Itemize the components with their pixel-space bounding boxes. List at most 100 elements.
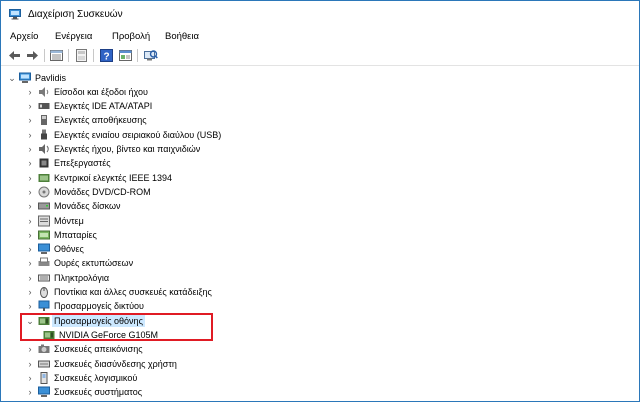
tree-category-item[interactable]: › Συσκευές λογισμικού	[1, 371, 601, 385]
tree-category-item[interactable]: › Πληκτρολόγια	[1, 271, 601, 285]
tree-category-item[interactable]: › Ελεγκτές ήχου, βίντεο και παιχνιδιών	[1, 142, 601, 156]
tree-category-item[interactable]: › Συσκευές διασύνδεσης χρήστη	[1, 357, 601, 371]
chevron-right-icon[interactable]: ›	[25, 186, 35, 198]
tree-category-item[interactable]: › Είσοδοι και έξοδοι ήχου	[1, 85, 601, 99]
menu-file[interactable]: Αρχείο	[10, 31, 38, 42]
category-label: Μονάδες DVD/CD-ROM	[54, 186, 151, 197]
chevron-right-icon[interactable]: ›	[25, 257, 35, 269]
category-label: Επεξεργαστές	[54, 158, 111, 169]
chevron-right-icon[interactable]: ›	[25, 172, 35, 184]
toolbar: ?	[1, 45, 639, 66]
tree-category-item[interactable]: › Κεντρικοί ελεγκτές IEEE 1394	[1, 171, 601, 185]
chevron-right-icon[interactable]: ›	[25, 372, 35, 384]
tree-category-item[interactable]: › Συσκευές συστήματος	[1, 385, 601, 399]
category-label: Προσαρμογείς δικτύου	[54, 301, 144, 312]
forward-arrow-icon[interactable]	[25, 48, 40, 63]
category-label: Ποντίκια και άλλες συσκευές κατάδειξης	[54, 287, 212, 297]
tree-category-item[interactable]: › Ποντίκια και άλλες συσκευές κατάδειξης	[1, 285, 601, 299]
print-queue-icon	[38, 257, 50, 267]
category-label: Ελεγκτές ήχου, βίντεο και παιχνιδιών	[54, 144, 201, 154]
toolbar-separator	[44, 49, 45, 62]
chevron-right-icon[interactable]: ›	[25, 114, 35, 126]
tree-category-item[interactable]: › Ελεγκτές IDE ATA/ATAPI	[1, 99, 601, 113]
chevron-right-icon[interactable]: ›	[25, 86, 35, 98]
category-label: Ελεγκτές αποθήκευσης	[54, 115, 147, 126]
menu-bar: Αρχείο Ενέργεια Προβολή Βοήθεια	[1, 27, 639, 45]
disk-drive-icon	[38, 202, 50, 210]
tree-category-item[interactable]: › Ελεγκτές αποθήκευσης	[1, 113, 601, 127]
category-label: Ουρές εκτυπώσεων	[54, 258, 134, 269]
battery-icon	[38, 230, 50, 240]
storage-controller-icon	[41, 115, 47, 126]
tree-category-item[interactable]: › Μπαταρίες	[1, 228, 601, 242]
chevron-right-icon[interactable]: ›	[25, 300, 35, 312]
speaker-icon	[39, 86, 49, 97]
tree-category-item[interactable]: › Μόντεμ	[1, 214, 601, 228]
tree-category-item[interactable]: › Μονάδες δίσκων	[1, 199, 601, 213]
category-label: Συσκευές συστήματος	[54, 387, 143, 398]
menu-view[interactable]: Προβολή	[112, 31, 150, 42]
usb-icon	[41, 129, 47, 140]
category-label: Ελεγκτές IDE ATA/ATAPI	[54, 101, 153, 112]
chevron-right-icon[interactable]: ›	[25, 129, 35, 141]
ide-controller-icon	[38, 103, 50, 110]
chevron-down-icon[interactable]: ⌄	[7, 72, 17, 84]
scan-hardware-icon[interactable]	[143, 48, 158, 63]
title-bar: Διαχείριση Συσκευών	[1, 1, 639, 27]
toolbar-separator	[68, 49, 69, 62]
back-arrow-icon[interactable]	[7, 48, 22, 63]
keyboard-icon	[38, 274, 50, 282]
tree-root-item[interactable]: ⌄ Pavlidis	[1, 71, 601, 85]
category-label: Κεντρικοί ελεγκτές IEEE 1394	[54, 172, 173, 183]
chevron-right-icon[interactable]: ›	[25, 215, 35, 227]
tree-category-item[interactable]: › Ουρές εκτυπώσεων	[1, 256, 601, 270]
computer-icon	[19, 72, 31, 83]
system-device-icon	[38, 386, 50, 398]
imaging-device-icon	[38, 344, 50, 354]
chevron-right-icon[interactable]: ›	[25, 343, 35, 355]
update-driver-icon[interactable]	[74, 48, 89, 63]
help-icon[interactable]: ?	[99, 48, 114, 63]
chevron-right-icon[interactable]: ›	[25, 286, 35, 298]
chevron-right-icon[interactable]: ›	[25, 358, 35, 370]
tree-category-item[interactable]: › Προσαρμογείς δικτύου	[1, 299, 601, 313]
category-label: Μπαταρίες	[54, 229, 97, 240]
tree-category-item[interactable]: › Επεξεργαστές	[1, 156, 601, 170]
modem-icon	[38, 215, 50, 226]
monitor-icon	[38, 243, 50, 255]
category-label: Μονάδες δίσκων	[54, 201, 121, 212]
chevron-right-icon[interactable]: ›	[25, 243, 35, 255]
network-adapter-icon	[38, 300, 50, 312]
menu-help[interactable]: Βοήθεια	[165, 31, 199, 42]
chevron-right-icon[interactable]: ›	[25, 272, 35, 284]
chevron-right-icon[interactable]: ›	[25, 100, 35, 112]
tree-category-item[interactable]: › Ελεγκτές ενιαίου σειριακού διαύλου (USB…	[1, 128, 601, 142]
chevron-right-icon[interactable]: ›	[25, 229, 35, 241]
properties-icon[interactable]	[49, 48, 64, 63]
hid-icon	[38, 360, 50, 367]
tree-root-label: Pavlidis	[35, 73, 67, 83]
menu-action[interactable]: Ενέργεια	[55, 31, 92, 42]
tree-category-item[interactable]: › Συσκευές απεικόνισης	[1, 342, 601, 356]
category-label: Είσοδοι και έξοδοι ήχου	[54, 86, 148, 97]
chevron-right-icon[interactable]: ›	[25, 157, 35, 169]
category-label: Συσκευές λογισμικού	[54, 372, 138, 383]
dvd-drive-icon	[38, 186, 50, 198]
toolbar-separator	[93, 49, 94, 62]
tree-category-item[interactable]: › Μονάδες DVD/CD-ROM	[1, 185, 601, 199]
category-label: Πληκτρολόγια	[54, 272, 110, 283]
category-label: Οθόνες	[54, 244, 84, 255]
tree-category-item[interactable]: › Οθόνες	[1, 242, 601, 256]
ieee1394-icon	[38, 173, 50, 182]
category-label: Συσκευές απεικόνισης	[54, 344, 143, 355]
category-label: Συσκευές διασύνδεσης χρήστη	[54, 358, 177, 369]
device-manager-window: Διαχείριση Συσκευών Αρχείο Ενέργεια Προβ…	[0, 0, 640, 402]
device-manager-icon	[9, 9, 21, 20]
chevron-right-icon[interactable]: ›	[25, 386, 35, 398]
chevron-right-icon[interactable]: ›	[25, 200, 35, 212]
chevron-right-icon[interactable]: ›	[25, 143, 35, 155]
view-icon[interactable]	[118, 48, 133, 63]
software-device-icon	[40, 371, 48, 384]
category-label: Μόντεμ	[54, 215, 84, 226]
category-label: Ελεγκτές ενιαίου σειριακού διαύλου (USB)	[54, 129, 222, 140]
